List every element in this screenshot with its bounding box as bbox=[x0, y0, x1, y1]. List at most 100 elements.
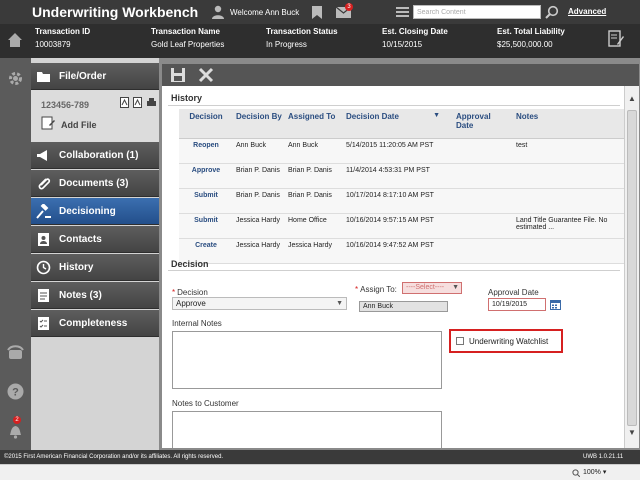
pdf-icon[interactable] bbox=[133, 97, 142, 108]
calendar-icon[interactable] bbox=[550, 299, 561, 310]
approval-date-cell bbox=[453, 188, 513, 214]
sidebar-item-label: Documents (3) bbox=[59, 178, 129, 189]
notes-cell bbox=[513, 163, 624, 189]
table-row[interactable]: Submit Jessica Hardy Home Office 10/16/2… bbox=[179, 213, 624, 239]
zoom-icon[interactable] bbox=[572, 469, 580, 477]
bookmark-icon[interactable] bbox=[312, 6, 322, 19]
welcome-text: Welcome Ann Buck bbox=[230, 8, 300, 17]
panel-scrollbar[interactable]: ▲ ▼ bbox=[624, 86, 639, 448]
home-icon[interactable] bbox=[7, 32, 23, 48]
column-header-assigned-to[interactable]: Assigned To bbox=[285, 109, 343, 139]
chevron-down-icon: ▼ bbox=[336, 300, 343, 307]
table-row[interactable]: Create Jessica Hardy Jessica Hardy 10/16… bbox=[179, 238, 624, 264]
decision-cell: Reopen bbox=[179, 138, 233, 164]
notes-cell: test bbox=[513, 138, 624, 164]
notification-count-badge: 2 bbox=[13, 416, 21, 424]
zoom-level[interactable]: 100% ▾ bbox=[583, 468, 606, 476]
pdf-icon[interactable] bbox=[120, 97, 129, 108]
notes-to-customer-textarea[interactable] bbox=[172, 411, 442, 448]
help-icon[interactable]: ? bbox=[7, 383, 24, 400]
approval-date-cell bbox=[453, 138, 513, 164]
svg-text:?: ? bbox=[12, 387, 19, 399]
decision-select[interactable]: Approve ▼ bbox=[172, 297, 347, 310]
sidebar-item-label: Contacts bbox=[59, 234, 102, 245]
sidebar-item-label: Notes (3) bbox=[59, 290, 102, 301]
assign-to-field[interactable]: Ann Buck bbox=[359, 301, 448, 312]
decision-by-cell: Jessica Hardy bbox=[233, 238, 285, 264]
print-icon[interactable] bbox=[147, 97, 156, 108]
scroll-down-icon[interactable]: ▼ bbox=[628, 428, 636, 437]
underwriting-watchlist[interactable]: Underwriting Watchlist bbox=[449, 329, 563, 353]
megaphone-icon bbox=[37, 150, 47, 161]
scrollbar-thumb[interactable] bbox=[627, 110, 637, 426]
table-row[interactable]: Submit Brian P. Danis Brian P. Danis 10/… bbox=[179, 188, 624, 214]
assigned-to-cell: Ann Buck bbox=[285, 138, 343, 164]
decision-cell: Submit bbox=[179, 213, 233, 239]
contacts-icon bbox=[38, 233, 49, 246]
sidebar-item-documents[interactable]: Documents (3) bbox=[31, 170, 159, 197]
search-input[interactable] bbox=[413, 5, 541, 19]
sidebar-item-notes[interactable]: Notes (3) bbox=[31, 282, 159, 309]
divider bbox=[168, 270, 620, 271]
decision-date-cell: 10/17/2014 8:17:10 AM PST bbox=[343, 188, 453, 214]
table-row[interactable]: Reopen Ann Buck Ann Buck 5/14/2015 11:20… bbox=[179, 138, 624, 164]
divider bbox=[168, 105, 620, 106]
chevron-down-icon: ▼ bbox=[452, 284, 459, 291]
watchlist-checkbox[interactable] bbox=[456, 337, 464, 345]
footer: ©2015 First American Financial Corporati… bbox=[0, 450, 640, 464]
column-header-notes[interactable]: Notes bbox=[513, 109, 624, 139]
assign-to-label: * Assign To: bbox=[355, 285, 397, 294]
table-row[interactable]: Approve Brian P. Danis Brian P. Danis 11… bbox=[179, 163, 624, 189]
file-number: 123456-789 bbox=[41, 100, 90, 110]
transaction-id: Transaction ID 10003879 bbox=[35, 27, 91, 49]
assigned-to-cell: Brian P. Danis bbox=[285, 188, 343, 214]
sidebar-item-label: File/Order bbox=[59, 71, 107, 82]
internal-notes-textarea[interactable] bbox=[172, 331, 442, 389]
est-total-liability: Est. Total Liability $25,500,000.00 bbox=[497, 27, 565, 49]
browser-status-bar: 100% ▾ bbox=[0, 464, 640, 480]
menu-icon[interactable] bbox=[396, 6, 409, 18]
advanced-search-link[interactable]: Advanced bbox=[568, 7, 606, 16]
file-order-panel: 123456-789 Add File bbox=[31, 90, 159, 142]
checklist-icon bbox=[38, 317, 49, 330]
assign-to-select[interactable]: ----Select---- ▼ bbox=[402, 282, 462, 294]
sidebar-item-collaboration[interactable]: Collaboration (1) bbox=[31, 142, 159, 169]
search-icon[interactable] bbox=[545, 5, 559, 19]
decision-cell: Submit bbox=[179, 188, 233, 214]
notes-icon bbox=[38, 289, 49, 302]
scroll-up-icon[interactable]: ▲ bbox=[628, 94, 636, 103]
decision-by-cell: Ann Buck bbox=[233, 138, 285, 164]
notes-cell bbox=[513, 188, 624, 214]
assigned-to-cell: Home Office bbox=[285, 213, 343, 239]
column-header-approval-date[interactable]: Approval Date bbox=[453, 109, 513, 139]
sidebar-item-decisioning[interactable]: Decisioning bbox=[31, 198, 159, 225]
sidebar-item-label: History bbox=[59, 262, 94, 273]
approval-date-label: Approval Date bbox=[488, 288, 539, 297]
sidebar-item-completeness[interactable]: Completeness bbox=[31, 310, 159, 337]
decision-by-cell: Brian P. Danis bbox=[233, 188, 285, 214]
close-icon[interactable] bbox=[198, 67, 214, 83]
decision-date-cell: 10/16/2014 9:57:15 AM PST bbox=[343, 213, 453, 239]
clock-icon bbox=[36, 260, 51, 275]
history-table: Decision Decision By Assigned To Decisio… bbox=[179, 109, 624, 264]
approval-date-field[interactable]: 10/19/2015 bbox=[488, 298, 546, 311]
add-file-icon[interactable] bbox=[41, 116, 55, 130]
column-header-decision[interactable]: Decision bbox=[179, 109, 233, 139]
sidebar-item-contacts[interactable]: Contacts bbox=[31, 226, 159, 253]
mail-count-badge: 3 bbox=[345, 3, 353, 11]
column-header-decision-date[interactable]: Decision Date ▼ bbox=[343, 109, 453, 139]
bell-icon[interactable] bbox=[7, 422, 24, 439]
sidebar-item-file-order[interactable]: File/Order bbox=[31, 63, 159, 90]
copyright-text: ©2015 First American Financial Corporati… bbox=[4, 454, 224, 460]
add-file-button[interactable]: Add File bbox=[61, 120, 97, 130]
column-header-decision-by[interactable]: Decision By bbox=[233, 109, 285, 139]
phone-icon[interactable] bbox=[7, 344, 24, 361]
gear-icon[interactable] bbox=[7, 70, 24, 87]
save-icon[interactable] bbox=[170, 67, 186, 83]
approval-date-cell bbox=[453, 238, 513, 264]
watchlist-label: Underwriting Watchlist bbox=[469, 337, 549, 346]
sidebar-item-history[interactable]: History bbox=[31, 254, 159, 281]
table-header-row: Decision Decision By Assigned To Decisio… bbox=[179, 109, 624, 139]
paperclip-icon bbox=[38, 178, 51, 190]
edit-document-icon[interactable] bbox=[608, 30, 624, 48]
